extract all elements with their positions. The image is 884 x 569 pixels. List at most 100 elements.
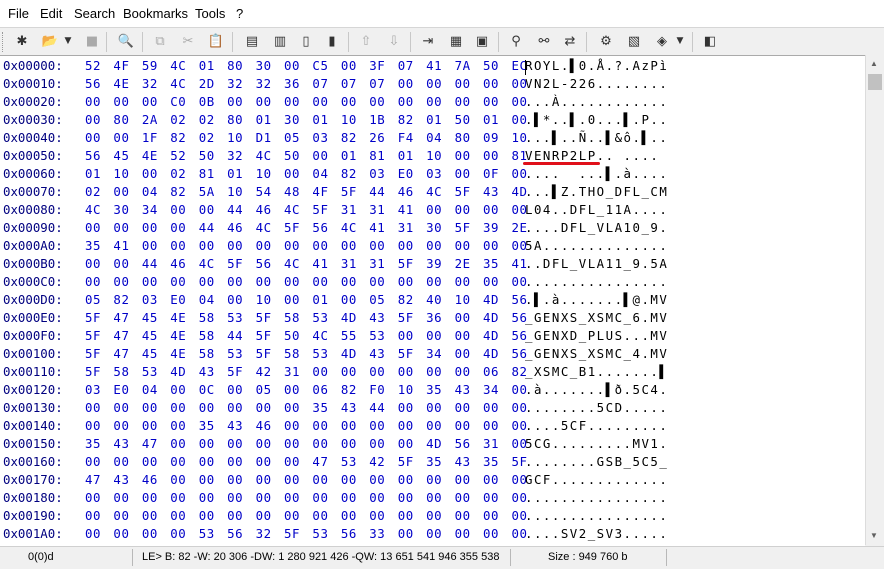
- hex-row[interactable]: 0x00100: 5F 47 45 4E 58 53 5F 58 53 4D 43…: [0, 345, 860, 363]
- row-ascii[interactable]: ...À............: [525, 93, 668, 111]
- hex-row[interactable]: 0x00030: 00 80 2A 02 02 80 01 30 01 10 1B…: [0, 111, 860, 129]
- row-hex-bytes[interactable]: 5F 58 53 4D 43 5F 42 31 00 00 00 00 00 0…: [85, 363, 527, 381]
- hex-row[interactable]: 0x000D0: 05 82 03 E0 04 00 10 00 01 00 05…: [0, 291, 860, 309]
- row-hex-bytes[interactable]: 56 4E 32 4C 2D 32 32 36 07 07 07 00 00 0…: [85, 75, 527, 93]
- copy-icon[interactable]: ⧉: [150, 31, 170, 51]
- hex-row[interactable]: 0x00070: 02 00 04 82 5A 10 54 48 4F 5F 44…: [0, 183, 860, 201]
- row-hex-bytes[interactable]: 00 00 00 00 53 56 32 5F 53 56 33 00 00 0…: [85, 525, 527, 543]
- hex-row[interactable]: 0x00040: 00 00 1F 82 02 10 D1 05 03 82 26…: [0, 129, 860, 147]
- hex-row[interactable]: 0x00180: 00 00 00 00 00 00 00 00 00 00 00…: [0, 489, 860, 507]
- row-ascii[interactable]: GCF.............: [525, 471, 668, 489]
- paste-icon[interactable]: 📋: [206, 31, 226, 51]
- menu-tools[interactable]: Tools: [195, 6, 225, 21]
- toolbar-grip[interactable]: [2, 32, 6, 52]
- row-ascii[interactable]: ................: [525, 273, 668, 291]
- insert-icon[interactable]: ▯: [296, 31, 316, 51]
- print-preview-icon[interactable]: 🔍: [116, 31, 136, 51]
- row-ascii[interactable]: .▌.à.......▌@.MV: [525, 291, 668, 309]
- hex-row[interactable]: 0x000E0: 5F 47 45 4E 58 53 5F 58 53 4D 43…: [0, 309, 860, 327]
- find-next-icon[interactable]: ⚯: [534, 31, 554, 51]
- row-hex-bytes[interactable]: 4C 30 34 00 00 44 46 4C 5F 31 31 41 00 0…: [85, 201, 527, 219]
- row-hex-bytes[interactable]: 00 00 00 00 00 00 00 00 00 00 00 00 00 0…: [85, 507, 527, 525]
- row-ascii[interactable]: 5CG.........MV1.: [525, 435, 668, 453]
- row-hex-bytes[interactable]: 00 00 00 00 44 46 4C 5F 56 4C 41 31 30 5…: [85, 219, 527, 237]
- row-hex-bytes[interactable]: 00 00 00 00 00 00 00 00 47 53 42 5F 35 4…: [85, 453, 527, 471]
- row-ascii[interactable]: _XSMC_B1.......▌: [525, 363, 668, 381]
- row-ascii[interactable]: ....DFL_VLA10_9.: [525, 219, 668, 237]
- hex-row[interactable]: 0x00000: 52 4F 59 4C 01 80 30 00 C5 00 3F…: [0, 57, 860, 75]
- row-ascii[interactable]: ........5CD.....: [525, 399, 668, 417]
- row-hex-bytes[interactable]: 00 00 1F 82 02 10 D1 05 03 82 26 F4 04 8…: [85, 129, 527, 147]
- row-ascii[interactable]: ...▌Z.THO_DFL_CM: [525, 183, 668, 201]
- row-hex-bytes[interactable]: 47 43 46 00 00 00 00 00 00 00 00 00 00 0…: [85, 471, 527, 489]
- row-hex-bytes[interactable]: 35 43 47 00 00 00 00 00 00 00 00 00 4D 5…: [85, 435, 527, 453]
- menu-edit[interactable]: Edit: [40, 6, 62, 21]
- menu-help[interactable]: ?: [236, 6, 243, 21]
- hex-row[interactable]: 0x00050: 56 45 4E 52 50 32 4C 50 00 01 81…: [0, 147, 860, 165]
- options-icon[interactable]: ◧: [700, 31, 720, 51]
- hex-row[interactable]: 0x001A0: 00 00 00 00 53 56 32 5F 53 56 33…: [0, 525, 860, 543]
- row-hex-bytes[interactable]: 00 00 44 46 4C 5F 56 4C 41 31 31 5F 39 2…: [85, 255, 527, 273]
- row-hex-bytes[interactable]: 02 00 04 82 5A 10 54 48 4F 5F 44 46 4C 5…: [85, 183, 527, 201]
- scroll-down-icon[interactable]: ▼: [870, 531, 878, 540]
- row-ascii[interactable]: _GENXD_PLUS...MV: [525, 327, 668, 345]
- row-ascii[interactable]: .... ...▌.à....: [525, 165, 668, 183]
- goto-icon[interactable]: ⇥: [418, 31, 438, 51]
- checksum-icon[interactable]: ⚙: [596, 31, 616, 51]
- hex-row[interactable]: 0x000B0: 00 00 44 46 4C 5F 56 4C 41 31 31…: [0, 255, 860, 273]
- menu-search[interactable]: Search: [74, 6, 115, 21]
- row-hex-bytes[interactable]: 01 10 00 02 81 01 10 00 04 82 03 E0 03 0…: [85, 165, 527, 183]
- vertical-scrollbar[interactable]: ▲ ▼: [865, 55, 884, 545]
- open-dropdown-icon[interactable]: ▼: [62, 31, 74, 51]
- scrollbar-thumb[interactable]: [868, 74, 882, 90]
- menu-file[interactable]: File: [8, 6, 29, 21]
- cut-icon[interactable]: ✂: [178, 31, 198, 51]
- row-hex-bytes[interactable]: 5F 47 45 4E 58 53 5F 58 53 4D 43 5F 36 0…: [85, 309, 527, 327]
- row-hex-bytes[interactable]: 56 45 4E 52 50 32 4C 50 00 01 81 01 10 0…: [85, 147, 527, 165]
- hex-row[interactable]: 0x00080: 4C 30 34 00 00 44 46 4C 5F 31 31…: [0, 201, 860, 219]
- row-ascii[interactable]: 5A..............: [525, 237, 668, 255]
- hex-row[interactable]: 0x00170: 47 43 46 00 00 00 00 00 00 00 00…: [0, 471, 860, 489]
- tools-icon[interactable]: ◈: [652, 31, 672, 51]
- hex-row[interactable]: 0x00130: 00 00 00 00 00 00 00 00 35 43 44…: [0, 399, 860, 417]
- hex-row[interactable]: 0x000F0: 5F 47 45 4E 58 44 5F 50 4C 55 53…: [0, 327, 860, 345]
- row-hex-bytes[interactable]: 00 00 00 00 35 43 46 00 00 00 00 00 00 0…: [85, 417, 527, 435]
- hex-row[interactable]: 0x00020: 00 00 00 C0 0B 00 00 00 00 00 00…: [0, 93, 860, 111]
- open-icon[interactable]: 📂: [40, 31, 60, 51]
- menu-bookmarks[interactable]: Bookmarks: [123, 6, 188, 21]
- hex-row[interactable]: 0x00010: 56 4E 32 4C 2D 32 32 36 07 07 07…: [0, 75, 860, 93]
- bookmark-list-icon[interactable]: ▣: [472, 31, 492, 51]
- row-ascii[interactable]: .à.......▌ð.5C4.: [525, 381, 668, 399]
- save-icon[interactable]: ■: [82, 31, 102, 51]
- row-hex-bytes[interactable]: 5F 47 45 4E 58 44 5F 50 4C 55 53 00 00 0…: [85, 327, 527, 345]
- row-hex-bytes[interactable]: 03 E0 04 00 0C 00 05 00 06 82 F0 10 35 4…: [85, 381, 527, 399]
- tools-dropdown-icon[interactable]: ▼: [674, 31, 686, 51]
- row-hex-bytes[interactable]: 52 4F 59 4C 01 80 30 00 C5 00 3F 07 41 7…: [85, 57, 527, 75]
- row-ascii[interactable]: ....5CF.........: [525, 417, 668, 435]
- row-hex-bytes[interactable]: 00 00 00 00 00 00 00 00 00 00 00 00 00 0…: [85, 273, 527, 291]
- row-hex-bytes[interactable]: 00 00 00 00 00 00 00 00 00 00 00 00 00 0…: [85, 489, 527, 507]
- row-ascii[interactable]: _GENXS_XSMC_6.MV: [525, 309, 668, 327]
- compare-next-icon[interactable]: ▥: [270, 31, 290, 51]
- row-ascii[interactable]: ....SV2_SV3.....: [525, 525, 668, 543]
- hex-row[interactable]: 0x00140: 00 00 00 00 35 43 46 00 00 00 00…: [0, 417, 860, 435]
- hex-row[interactable]: 0x00160: 00 00 00 00 00 00 00 00 47 53 42…: [0, 453, 860, 471]
- replace-icon[interactable]: ⇄: [560, 31, 580, 51]
- hex-row[interactable]: 0x00110: 5F 58 53 4D 43 5F 42 31 00 00 00…: [0, 363, 860, 381]
- new-icon[interactable]: ✱: [12, 31, 32, 51]
- scroll-up-icon[interactable]: ▲: [870, 59, 878, 68]
- hex-row[interactable]: 0x000C0: 00 00 00 00 00 00 00 00 00 00 00…: [0, 273, 860, 291]
- find-icon[interactable]: ⚲: [506, 31, 526, 51]
- row-ascii[interactable]: .▌*..▌.0...▌.P..: [525, 111, 668, 129]
- row-ascii[interactable]: VN2L-226........: [525, 75, 668, 93]
- redo-icon[interactable]: ⇩: [384, 31, 404, 51]
- hex-row[interactable]: 0x00190: 00 00 00 00 00 00 00 00 00 00 00…: [0, 507, 860, 525]
- overwrite-icon[interactable]: ▮: [322, 31, 342, 51]
- hex-editor[interactable]: 0x00000: 52 4F 59 4C 01 80 30 00 C5 00 3F…: [0, 55, 865, 546]
- row-hex-bytes[interactable]: 00 00 00 C0 0B 00 00 00 00 00 00 00 00 0…: [85, 93, 527, 111]
- row-hex-bytes[interactable]: 05 82 03 E0 04 00 10 00 01 00 05 82 40 1…: [85, 291, 527, 309]
- row-ascii[interactable]: _GENXS_XSMC_4.MV: [525, 345, 668, 363]
- row-hex-bytes[interactable]: 00 80 2A 02 02 80 01 30 01 10 1B 82 01 5…: [85, 111, 527, 129]
- row-ascii[interactable]: ..DFL_VLA11_9.5A: [525, 255, 668, 273]
- row-ascii[interactable]: L04..DFL_11A....: [525, 201, 668, 219]
